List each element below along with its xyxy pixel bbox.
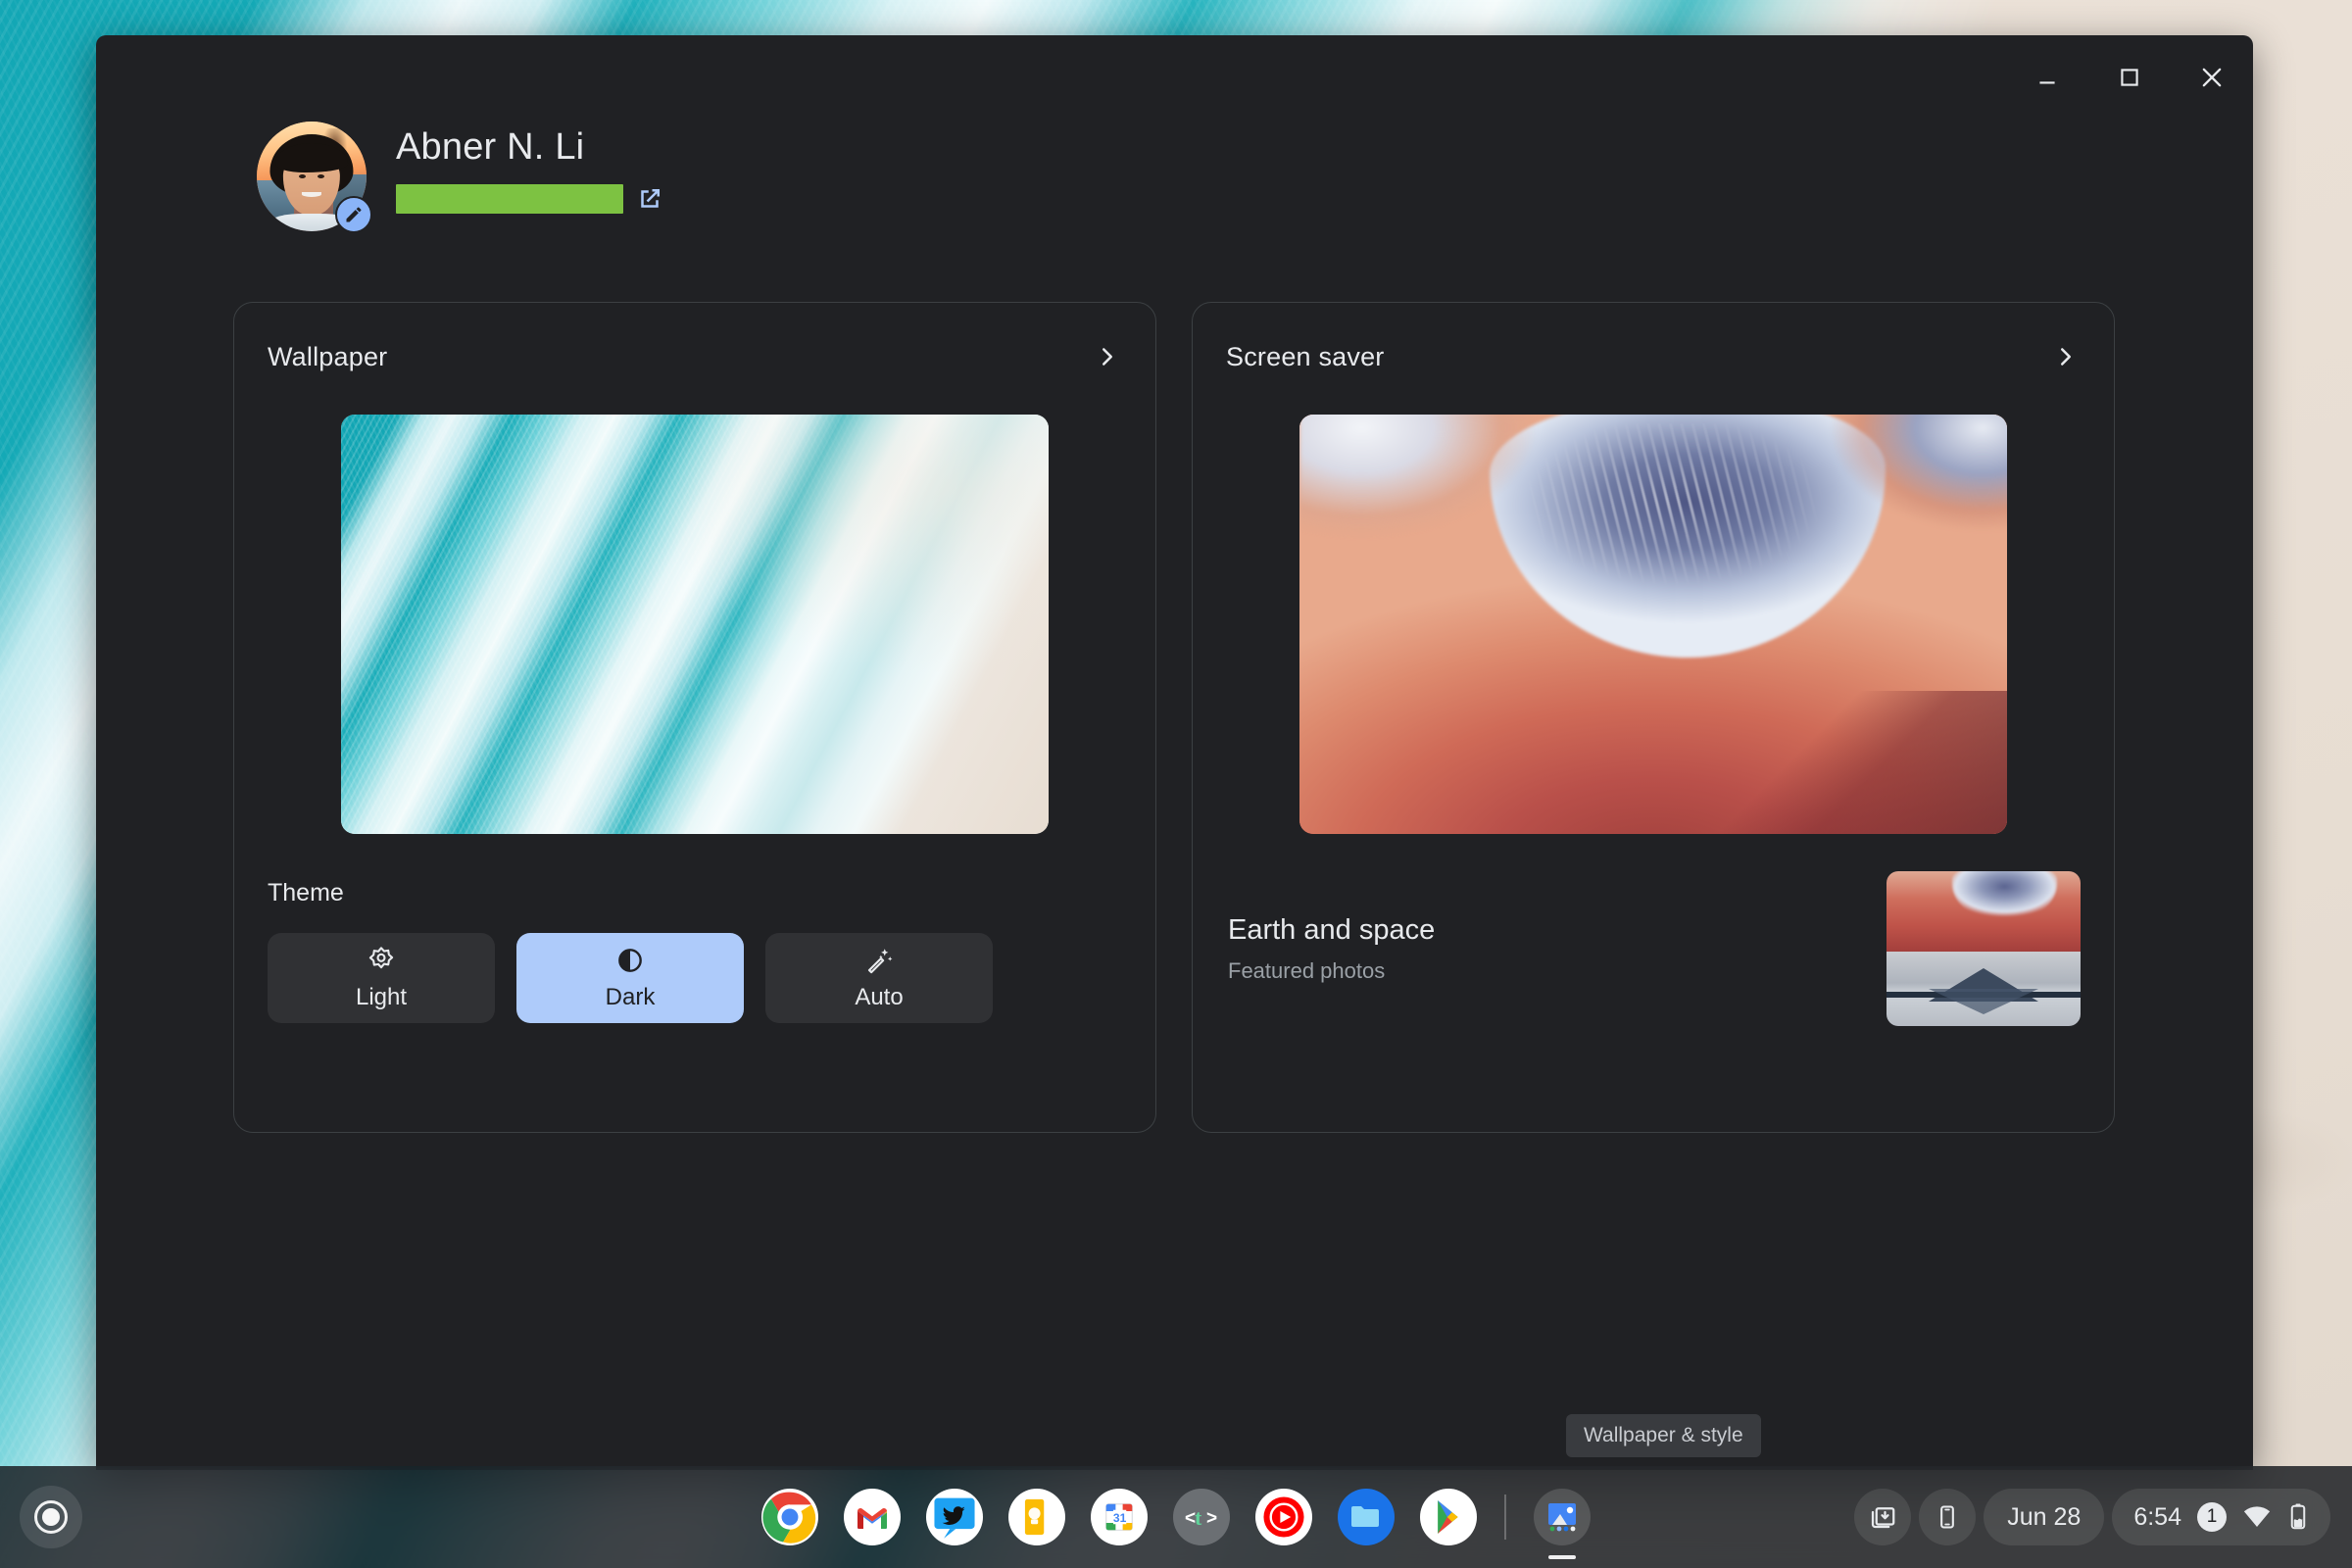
gmail-icon: [844, 1489, 901, 1545]
shelf-app-tooltip: Wallpaper & style: [1566, 1414, 1761, 1457]
theme-option-dark[interactable]: Dark: [516, 933, 744, 1023]
maximize-button[interactable]: [2088, 35, 2171, 120]
screensaver-card: Screen saver Earth and space: [1192, 302, 2115, 1133]
close-button[interactable]: [2171, 35, 2253, 120]
screensaver-preview-streaks: [1526, 423, 1851, 608]
tray-status-button[interactable]: 6:54 1: [2112, 1489, 2330, 1545]
chrome-icon: [761, 1489, 818, 1545]
shelf-item-play-store[interactable]: [1412, 1481, 1485, 1553]
wallpaper-card-header[interactable]: Wallpaper: [268, 334, 1122, 379]
system-tray: Jun 28 6:54 1: [1854, 1489, 2330, 1545]
battery-icon: [2287, 1502, 2309, 1532]
youtube-music-icon: [1255, 1489, 1312, 1545]
maximize-icon: [2117, 65, 2142, 90]
wallpaper-style-icon: [1534, 1489, 1591, 1545]
desktop: Wallpaper & style: [0, 0, 2352, 1568]
wallpaper-preview-sand: [341, 415, 1049, 834]
shelf-item-youtube-music[interactable]: [1248, 1481, 1320, 1553]
theme-label: Theme: [268, 879, 1122, 907]
wallpaper-preview[interactable]: [341, 415, 1049, 834]
email-row: [396, 184, 664, 214]
avatar-edit-button[interactable]: [335, 196, 372, 233]
screensaver-preview[interactable]: [1299, 415, 2007, 834]
screensaver-preview-ridge: [1710, 691, 2007, 834]
thumbnail-top-glacier: [1952, 871, 2057, 921]
settings-cards: Wallpaper Theme: [233, 302, 2115, 1133]
shelf-item-keep[interactable]: [1001, 1481, 1073, 1553]
screensaver-collection-subtitle: Featured photos: [1228, 958, 1435, 984]
thumbnail-top-image: [1886, 871, 2081, 952]
launcher-dot: [42, 1508, 60, 1526]
tray-date-button[interactable]: Jun 28: [1984, 1489, 2104, 1545]
svg-text:t: t: [1195, 1505, 1202, 1530]
svg-text:>: >: [1206, 1508, 1217, 1529]
theme-options: Light Dark: [268, 933, 1122, 1023]
tumblr-icon: < t >: [1173, 1489, 1230, 1545]
theme-option-auto[interactable]: Auto: [765, 933, 993, 1023]
pencil-icon: [344, 205, 364, 224]
active-app-indicator: [1548, 1555, 1576, 1559]
google-calendar-icon: 31: [1091, 1489, 1148, 1545]
phone-hub-icon: [1934, 1503, 1961, 1531]
shelf-item-gmail[interactable]: [836, 1481, 908, 1553]
screensaver-collection-name: Earth and space: [1228, 914, 1435, 947]
launcher-circle-icon: [34, 1500, 68, 1534]
user-name: Abner N. Li: [396, 127, 664, 169]
launcher-button[interactable]: [20, 1486, 82, 1548]
brightness-sun-icon: [366, 945, 397, 976]
play-store-icon: [1420, 1489, 1477, 1545]
avatar-wrapper[interactable]: [257, 122, 367, 231]
wallpaper-card-title: Wallpaper: [268, 342, 387, 372]
shelf-item-chrome[interactable]: [754, 1481, 826, 1553]
wallpaper-and-style-window: Abner N. Li Wallpaper: [96, 35, 2253, 1470]
profile-text: Abner N. Li: [396, 122, 664, 214]
screensaver-card-header[interactable]: Screen saver: [1226, 334, 2081, 379]
shelf-item-wallpaper-style[interactable]: [1526, 1481, 1598, 1553]
svg-text:31: 31: [1113, 1511, 1127, 1525]
open-in-new-icon[interactable]: [635, 184, 664, 214]
theme-option-dark-label: Dark: [606, 984, 656, 1011]
shelf-item-tumblr[interactable]: < t >: [1165, 1481, 1238, 1553]
theme-option-auto-label: Auto: [855, 984, 903, 1011]
notification-count-badge: 1: [2197, 1502, 2227, 1532]
files-icon: [1338, 1489, 1395, 1545]
contrast-half-circle-icon: [614, 945, 646, 976]
chevron-right-icon[interactable]: [2051, 342, 2081, 371]
magic-wand-sparkle-icon: [863, 945, 895, 976]
shelf-item-twitter[interactable]: [918, 1481, 991, 1553]
minimize-button[interactable]: [2006, 35, 2088, 120]
avatar-mouth: [302, 192, 321, 198]
phone-hub-button[interactable]: [1919, 1489, 1976, 1545]
minimize-icon: [2034, 65, 2060, 90]
thumbnail-mountain-reflection: [1929, 989, 2038, 1014]
shelf-separator: [1504, 1494, 1506, 1540]
shelf: 31 < t >: [0, 1466, 2352, 1568]
thumbnail-bottom-image: [1886, 952, 2081, 1026]
theme-option-light-label: Light: [356, 984, 407, 1011]
shelf-item-calendar[interactable]: 31: [1083, 1481, 1155, 1553]
screensaver-collection-row[interactable]: Earth and space Featured photos: [1226, 871, 2081, 1026]
screensaver-collection-text: Earth and space Featured photos: [1226, 914, 1435, 984]
theme-section: Theme Light: [268, 879, 1122, 1023]
google-keep-icon: [1008, 1489, 1065, 1545]
theme-option-light[interactable]: Light: [268, 933, 495, 1023]
wallpaper-card: Wallpaper Theme: [233, 302, 1156, 1133]
screensaver-card-title: Screen saver: [1226, 342, 1384, 372]
tray-clock-label: 6:54: [2133, 1503, 2181, 1532]
screensaver-collection-thumbnail[interactable]: [1886, 871, 2081, 1026]
window-controls: [2006, 35, 2253, 120]
shelf-item-files[interactable]: [1330, 1481, 1402, 1553]
screen-capture-button[interactable]: [1854, 1489, 1911, 1545]
profile-header: Abner N. Li: [257, 122, 664, 231]
screen-capture-icon: [1868, 1502, 1897, 1532]
chevron-right-icon[interactable]: [1093, 342, 1122, 371]
wifi-icon: [2242, 1504, 2272, 1530]
shelf-app-list: 31 < t >: [754, 1481, 1598, 1553]
email-redaction-bar: [396, 184, 623, 214]
close-icon: [2198, 64, 2226, 91]
twitter-icon: [926, 1489, 983, 1545]
tray-date-label: Jun 28: [2007, 1503, 2081, 1532]
